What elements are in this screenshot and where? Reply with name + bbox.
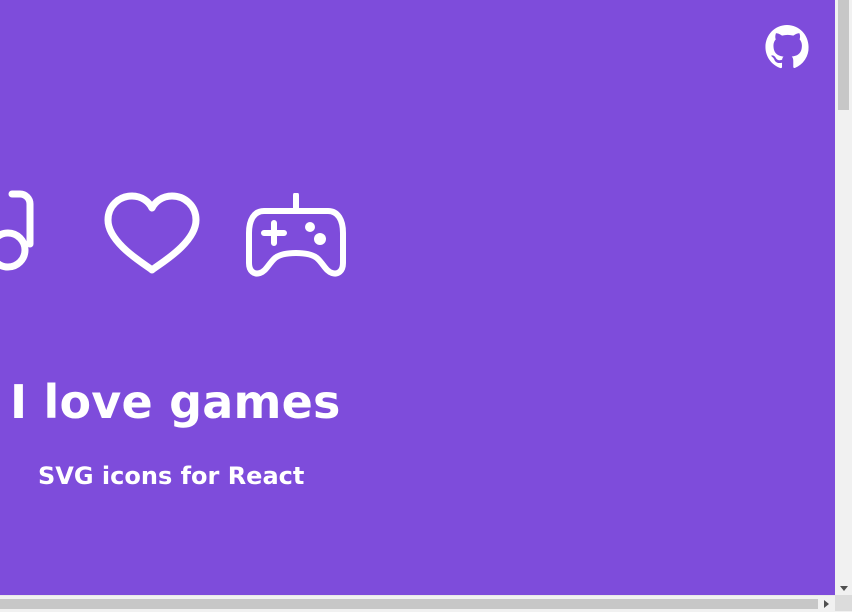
page-viewport: I love games SVG icons for React: [0, 0, 835, 595]
scroll-right-arrow-icon[interactable]: [824, 600, 829, 608]
horizontal-scrollbar[interactable]: [0, 595, 852, 612]
scroll-down-arrow-icon[interactable]: [840, 586, 848, 591]
icons-row: [0, 0, 835, 595]
vertical-scrollbar-thumb[interactable]: [838, 0, 849, 110]
gamepad-icon: [246, 193, 346, 277]
horizontal-scrollbar-thumb[interactable]: [0, 599, 818, 609]
glasses-icon: [0, 186, 60, 276]
heart-icon: [102, 192, 202, 276]
scrollbar-corner: [835, 595, 852, 611]
vertical-scrollbar[interactable]: [835, 0, 852, 595]
page-subtitle: SVG icons for React: [38, 462, 305, 490]
page-title: I love games: [10, 375, 341, 429]
